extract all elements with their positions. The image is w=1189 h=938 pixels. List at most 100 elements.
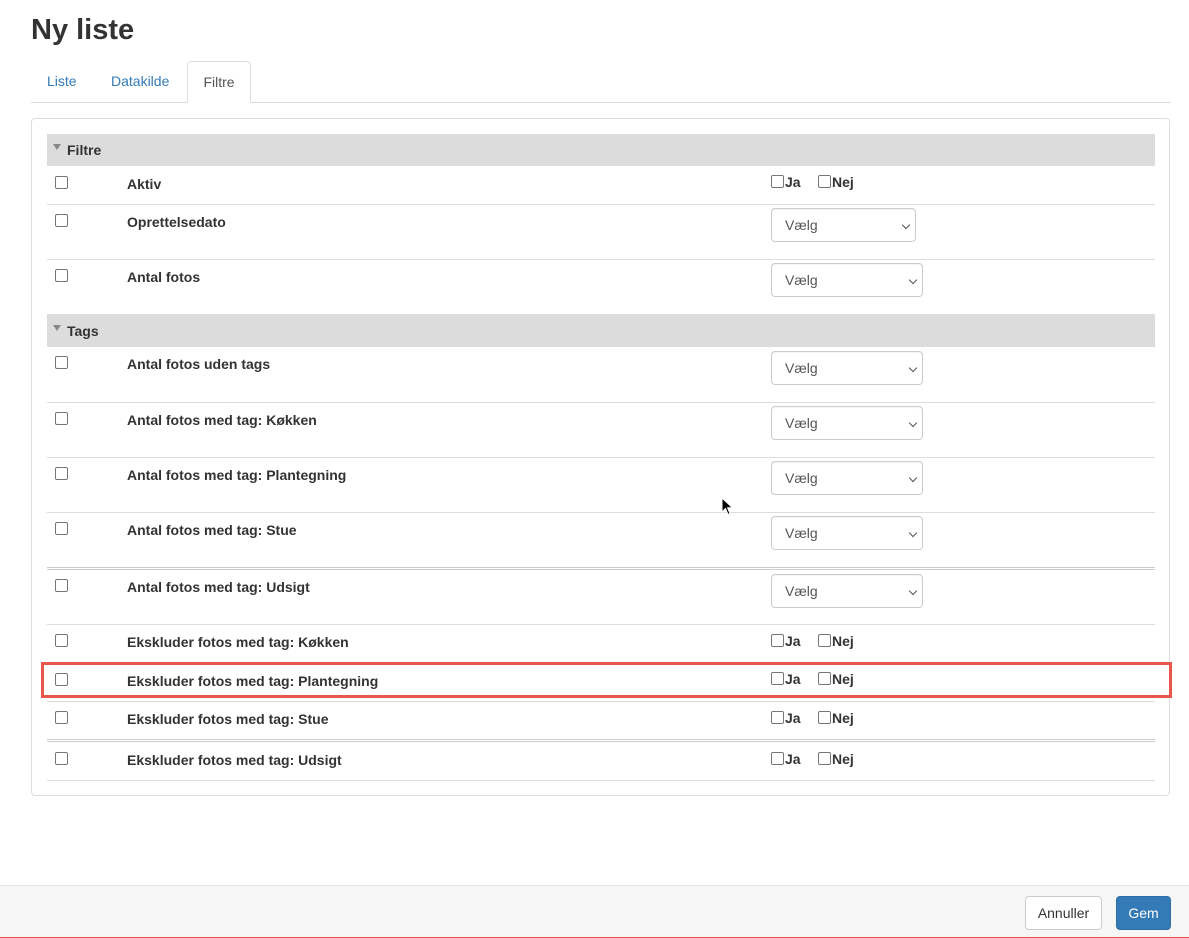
filter-row-oprettelsedato: Oprettelsedato Vælg [47,205,1155,260]
operator-select[interactable]: Vælg [771,208,916,242]
filter-row-ekskluder-udsigt: Ekskluder fotos med tag: Udsigt Ja Nej [47,742,1155,781]
no-option[interactable]: Nej [818,710,854,726]
filter-row-ekskluder-kokken: Ekskluder fotos med tag: Køkken Ja Nej [47,625,1155,664]
tab-filtre[interactable]: Filtre [187,61,251,103]
yes-option[interactable]: Ja [771,710,801,726]
yes-option[interactable]: Ja [771,671,801,687]
filter-label: Antal fotos med tag: Plantegning [127,467,347,483]
filter-label: Ekskluder fotos med tag: Udsigt [127,752,342,768]
chevron-down-icon [908,586,918,596]
filter-row-antal-fotos-uden-tags: Antal fotos uden tags Vælg [47,347,1155,403]
row-checkbox[interactable] [55,634,68,647]
section-title: Filtre [67,142,102,158]
no-option[interactable]: Nej [818,633,854,649]
yes-label: Ja [785,633,801,649]
section-title: Tags [67,323,99,339]
yes-label: Ja [785,174,801,190]
no-checkbox[interactable] [818,672,831,685]
operator-select[interactable]: Vælg [771,574,923,608]
row-checkbox[interactable] [55,673,68,686]
tab-datakilde[interactable]: Datakilde [95,61,185,102]
no-checkbox[interactable] [818,634,831,647]
page-title: Ny liste [31,14,135,46]
operator-select[interactable]: Vælg [771,516,923,550]
chevron-down-icon [901,220,911,230]
filter-row-ekskluder-plantegning: Ekskluder fotos med tag: Plantegning Ja … [47,664,1155,702]
filter-label: Aktiv [127,176,162,192]
section-header-tags[interactable]: Tags [47,315,1155,347]
yes-checkbox[interactable] [771,711,784,724]
no-checkbox[interactable] [818,175,831,188]
row-checkbox[interactable] [55,412,68,425]
filter-row-ekskluder-stue: Ekskluder fotos med tag: Stue Ja Nej [47,702,1155,742]
yes-label: Ja [785,671,801,687]
tab-liste[interactable]: Liste [31,61,93,102]
yes-label: Ja [785,751,801,767]
row-checkbox[interactable] [55,752,68,765]
select-value: Vælg [785,272,818,288]
yes-label: Ja [785,710,801,726]
filter-row-antal-fotos-tag-udsigt: Antal fotos med tag: Udsigt Vælg [47,570,1155,625]
no-checkbox[interactable] [818,752,831,765]
filter-label: Ekskluder fotos med tag: Køkken [127,634,349,650]
row-checkbox[interactable] [55,356,68,369]
chevron-down-icon [908,528,918,538]
collapse-triangle-icon [53,325,61,331]
select-value: Vælg [785,415,818,431]
row-checkbox[interactable] [55,176,68,189]
filter-label: Antal fotos med tag: Udsigt [127,579,310,595]
row-checkbox[interactable] [55,467,68,480]
select-value: Vælg [785,217,818,233]
chevron-down-icon [908,418,918,428]
select-value: Vælg [785,583,818,599]
operator-select[interactable]: Vælg [771,406,923,440]
row-checkbox[interactable] [55,711,68,724]
no-option[interactable]: Nej [818,751,854,767]
filter-label: Ekskluder fotos med tag: Stue [127,711,329,727]
no-option[interactable]: Nej [818,671,854,687]
row-checkbox[interactable] [55,269,68,282]
no-label: Nej [832,671,854,687]
filter-row-antal-fotos-tag-stue: Antal fotos med tag: Stue Vælg [47,513,1155,570]
chevron-down-icon [908,473,918,483]
select-value: Vælg [785,525,818,541]
mouse-cursor-icon [721,497,734,516]
operator-select[interactable]: Vælg [771,461,923,495]
filter-label: Oprettelsedato [127,214,226,230]
filter-row-aktiv: Aktiv Ja Nej [47,166,1155,205]
yes-option[interactable]: Ja [771,174,801,190]
yes-checkbox[interactable] [771,752,784,765]
no-label: Nej [832,751,854,767]
chevron-down-icon [908,363,918,373]
row-checkbox[interactable] [55,214,68,227]
filter-label: Antal fotos med tag: Køkken [127,412,317,428]
collapse-triangle-icon [53,144,61,150]
chevron-down-icon [908,275,918,285]
row-checkbox[interactable] [55,579,68,592]
filter-label: Ekskluder fotos med tag: Plantegning [127,673,379,689]
yes-checkbox[interactable] [771,175,784,188]
yes-checkbox[interactable] [771,672,784,685]
filter-label: Antal fotos uden tags [127,356,271,372]
save-button[interactable]: Gem [1116,896,1171,930]
section-header-filtre[interactable]: Filtre [47,134,1155,166]
select-value: Vælg [785,360,818,376]
no-option[interactable]: Nej [818,174,854,190]
select-value: Vælg [785,470,818,486]
filter-label: Antal fotos med tag: Stue [127,522,297,538]
filter-row-antal-fotos-tag-kokken: Antal fotos med tag: Køkken Vælg [47,403,1155,458]
yes-checkbox[interactable] [771,634,784,647]
yes-option[interactable]: Ja [771,633,801,649]
no-label: Nej [832,174,854,190]
row-checkbox[interactable] [55,522,68,535]
tab-bar: Liste Datakilde Filtre [31,61,1171,103]
operator-select[interactable]: Vælg [771,263,923,297]
yes-option[interactable]: Ja [771,751,801,767]
operator-select[interactable]: Vælg [771,351,923,385]
filter-row-antal-fotos-tag-plantegning: Antal fotos med tag: Plantegning Vælg [47,458,1155,513]
no-checkbox[interactable] [818,711,831,724]
filter-label: Antal fotos [127,269,201,285]
no-label: Nej [832,633,854,649]
filter-row-antal-fotos: Antal fotos Vælg [47,260,1155,315]
cancel-button[interactable]: Annuller [1025,896,1102,930]
